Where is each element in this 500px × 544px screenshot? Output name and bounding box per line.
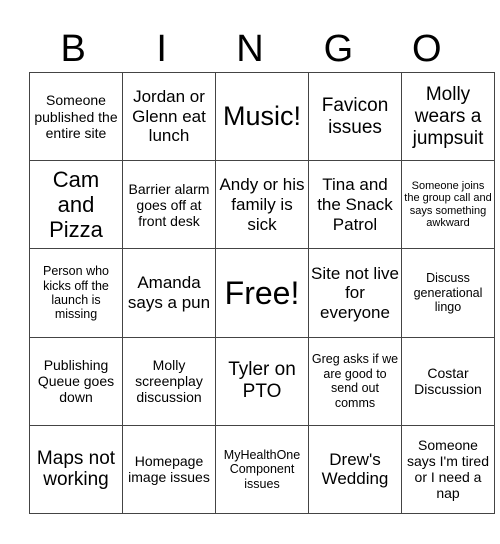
- bingo-cell[interactable]: Someone published the entire site: [29, 71, 123, 162]
- bingo-cell[interactable]: Molly wears a jumpsuit: [401, 71, 495, 162]
- bingo-cell[interactable]: Drew's Wedding: [308, 424, 402, 515]
- bingo-cell[interactable]: Publishing Queue goes down: [29, 336, 123, 426]
- bingo-cell[interactable]: Person who kicks off the launch is missi…: [29, 248, 123, 338]
- header-letter-b: B: [60, 28, 86, 70]
- bingo-header: B I N G O: [29, 26, 471, 72]
- bingo-cell[interactable]: Greg asks if we are good to send out com…: [308, 336, 402, 426]
- grid-row: Person who kicks off the launch is missi…: [29, 248, 495, 338]
- header-letter-i: I: [156, 28, 167, 70]
- free-space-cell[interactable]: Free!: [215, 248, 309, 338]
- bingo-cell[interactable]: Music!: [215, 71, 309, 162]
- header-letter-g: G: [323, 28, 354, 70]
- grid-row: Publishing Queue goes down Molly screenp…: [29, 336, 495, 426]
- header-letter-o: O: [412, 28, 442, 70]
- bingo-cell[interactable]: Discuss generational lingo: [401, 248, 495, 338]
- bingo-cell[interactable]: Cam and Pizza: [29, 160, 123, 250]
- grid-row: Someone published the entire site Jordan…: [29, 71, 495, 162]
- bingo-cell[interactable]: Tina and the Snack Patrol: [308, 160, 402, 250]
- header-letter-n: N: [236, 28, 264, 70]
- bingo-cell[interactable]: Site not live for everyone: [308, 248, 402, 338]
- bingo-grid: Someone published the entire site Jordan…: [29, 71, 495, 515]
- bingo-cell[interactable]: Barrier alarm goes off at front desk: [122, 160, 216, 250]
- bingo-cell[interactable]: Someone joins the group call and says so…: [401, 160, 495, 250]
- bingo-cell[interactable]: Jordan or Glenn eat lunch: [122, 71, 216, 162]
- bingo-cell[interactable]: Molly screenplay discussion: [122, 336, 216, 426]
- bingo-cell[interactable]: Amanda says a pun: [122, 248, 216, 338]
- bingo-cell[interactable]: Costar Discussion: [401, 336, 495, 426]
- bingo-cell[interactable]: MyHealthOne Component issues: [215, 424, 309, 515]
- bingo-cell[interactable]: Tyler on PTO: [215, 336, 309, 426]
- bingo-cell[interactable]: Someone says I'm tired or I need a nap: [401, 424, 495, 515]
- bingo-cell[interactable]: Homepage image issues: [122, 424, 216, 515]
- grid-row: Cam and Pizza Barrier alarm goes off at …: [29, 160, 495, 250]
- bingo-cell[interactable]: Favicon issues: [308, 71, 402, 162]
- grid-row: Maps not working Homepage image issues M…: [29, 424, 495, 515]
- bingo-cell[interactable]: Maps not working: [29, 424, 123, 515]
- bingo-cell[interactable]: Andy or his family is sick: [215, 160, 309, 250]
